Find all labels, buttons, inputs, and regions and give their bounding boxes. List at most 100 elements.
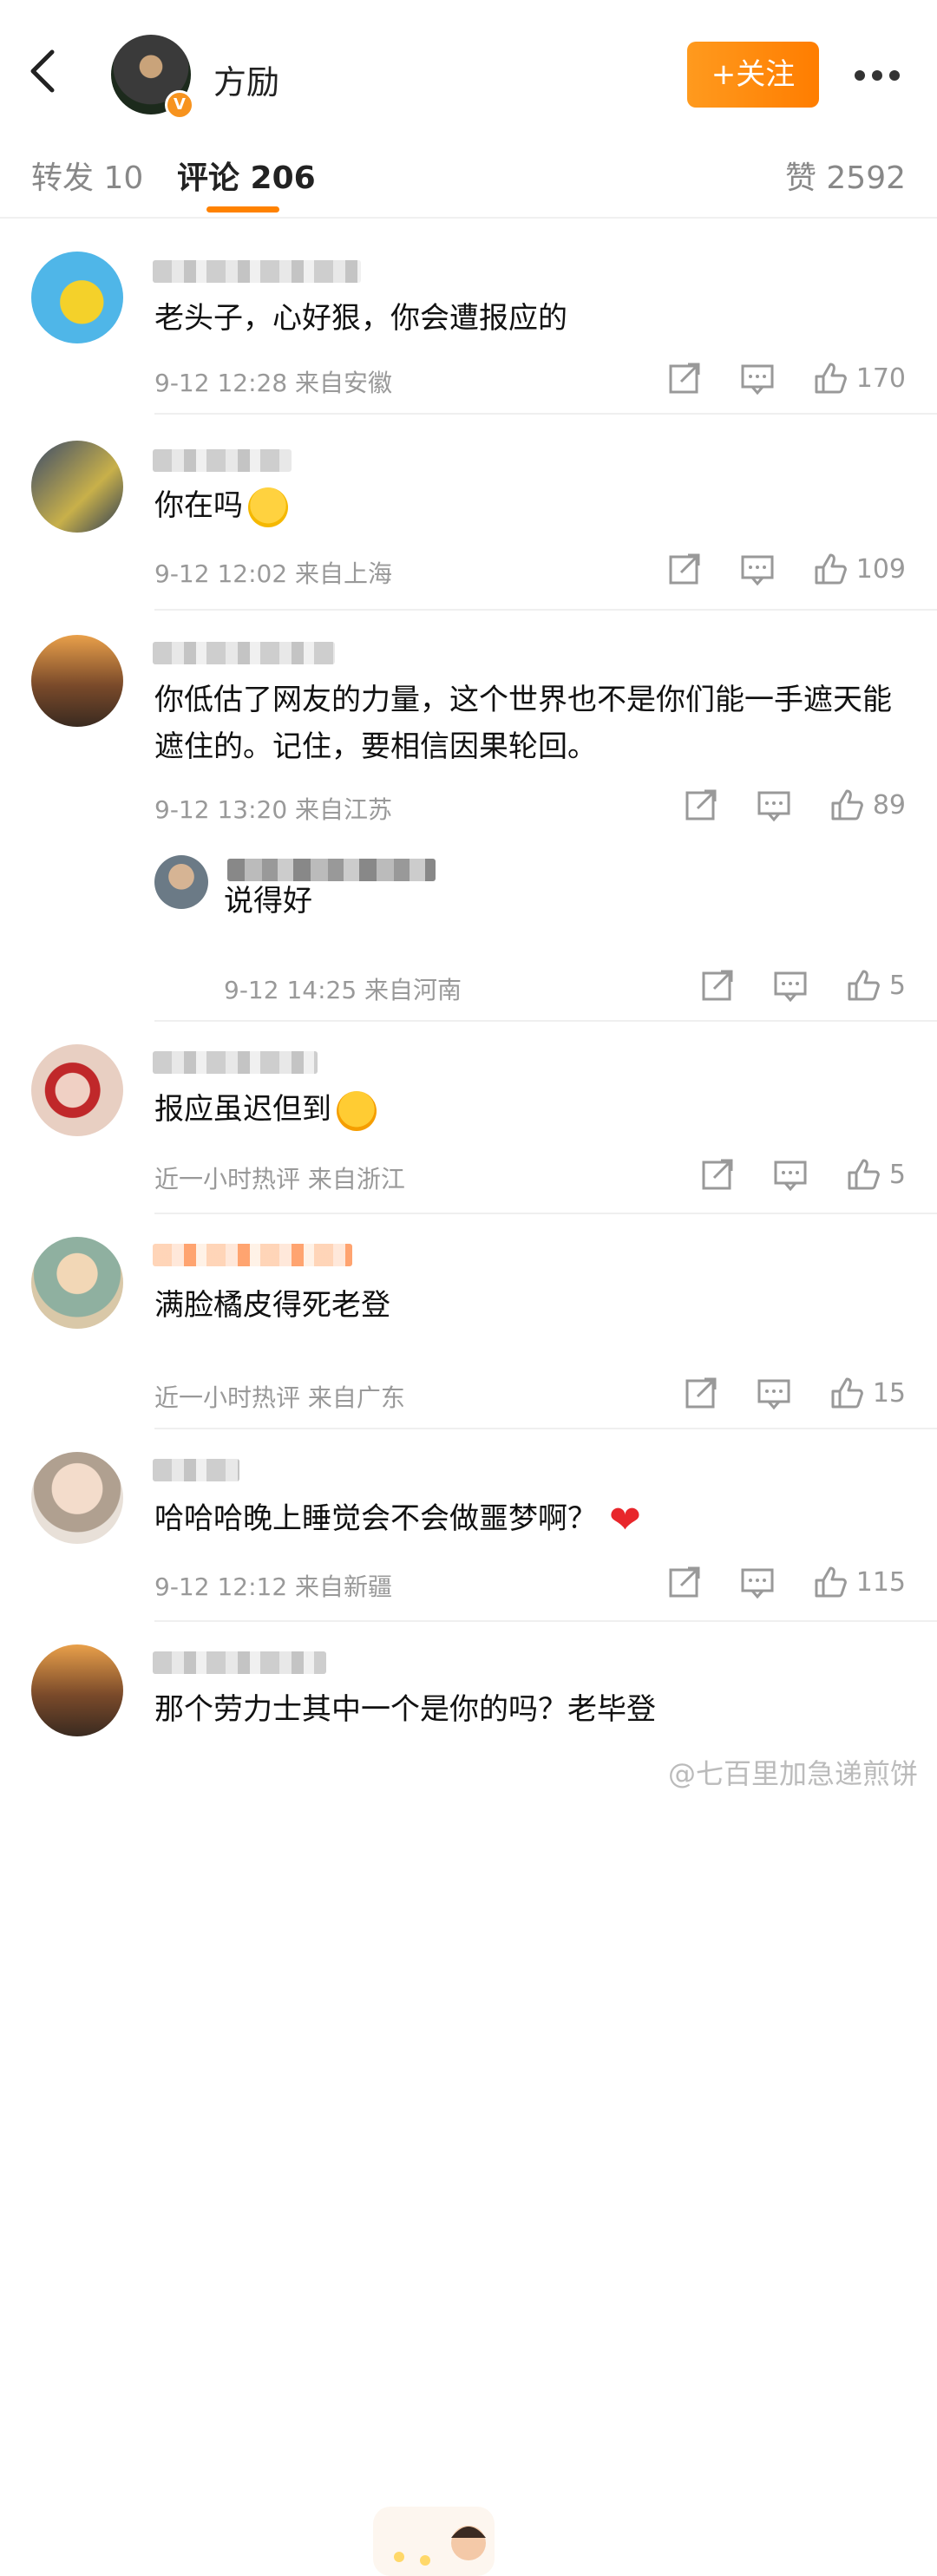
- divider: [154, 1020, 937, 1022]
- reply-actions: 5: [662, 968, 906, 1003]
- like-count: 170: [855, 363, 906, 394]
- reply-time: 9-12 14:25: [224, 976, 357, 1004]
- comment-time: 9-12 13:20: [154, 795, 288, 824]
- comment-location: 来自安徽: [295, 369, 393, 397]
- commenter-name[interactable]: [153, 642, 335, 664]
- commenter-avatar[interactable]: [31, 1044, 123, 1136]
- reply-icon[interactable]: [740, 1565, 775, 1599]
- reply-meta: 9-12 14:25 来自河南: [224, 971, 462, 1006]
- comment-location: 来自广东: [307, 1383, 405, 1412]
- tab-forward[interactable]: 转发 10: [31, 153, 143, 198]
- comment-location: 来自江苏: [295, 795, 393, 824]
- comment-text: 那个劳力士其中一个是你的吗？老毕登: [154, 1692, 656, 1727]
- comment-meta: 近一小时热评 来自浙江: [154, 1161, 405, 1195]
- back-arrow-icon[interactable]: [19, 43, 71, 95]
- replier-avatar[interactable]: [154, 855, 208, 909]
- more-options-icon[interactable]: [855, 68, 907, 82]
- like-icon[interactable]: [829, 788, 864, 822]
- author-name[interactable]: 方励: [213, 56, 279, 103]
- share-icon[interactable]: [700, 1157, 735, 1192]
- blush-emoji-icon: [337, 1090, 377, 1131]
- comment-text: 你低估了网友的力量，这个世界也不是你们能一手遮天能遮住的。记住，要相信因果轮回。: [154, 683, 892, 764]
- commenter-avatar[interactable]: [31, 635, 123, 727]
- reply-text: 说得好: [224, 884, 312, 919]
- commenter-name[interactable]: [153, 449, 292, 472]
- divider: [154, 1428, 937, 1429]
- share-icon[interactable]: [667, 552, 702, 586]
- tab-comment[interactable]: 评论 206: [177, 153, 316, 198]
- commenter-avatar[interactable]: [31, 1452, 123, 1544]
- tab-like[interactable]: 赞 2592: [785, 153, 906, 198]
- tab-bar: 转发 10 评论 206 赞 2592: [0, 121, 937, 219]
- comment-actions: 170: [629, 361, 906, 396]
- comment-text: 你在吗: [154, 482, 909, 529]
- comment-time: 9-12 12:28: [154, 369, 288, 397]
- share-icon[interactable]: [684, 788, 718, 822]
- commenter-name[interactable]: [153, 1051, 318, 1074]
- like-count: 109: [855, 553, 906, 585]
- commenter-name[interactable]: [153, 1459, 239, 1481]
- comment-actions: 115: [629, 1565, 906, 1599]
- comment-meta: 9-12 12:12 来自新疆: [154, 1568, 392, 1603]
- commenter-name[interactable]: [153, 260, 361, 283]
- commenter-avatar[interactable]: [31, 1644, 123, 1736]
- comment-actions: 89: [645, 788, 906, 822]
- share-icon[interactable]: [667, 361, 702, 396]
- divider: [154, 609, 937, 611]
- commenter-name[interactable]: [153, 1651, 326, 1674]
- reply-icon[interactable]: [757, 1376, 791, 1410]
- comment-text-content: 报应虽迟但到: [154, 1092, 331, 1127]
- reply-icon[interactable]: [773, 968, 808, 1003]
- comment-actions: 5: [662, 1157, 906, 1192]
- divider: [154, 1620, 937, 1622]
- like-count: 115: [855, 1566, 906, 1598]
- commenter-avatar[interactable]: [31, 252, 123, 343]
- like-icon[interactable]: [846, 968, 881, 1003]
- smile-emoji-icon: [248, 487, 288, 527]
- comment-meta: 近一小时热评 来自广东: [154, 1379, 405, 1414]
- like-icon[interactable]: [813, 552, 848, 586]
- watermark: @七百里加急递煎饼: [668, 1757, 919, 1790]
- comment-time: 9-12 12:12: [154, 1572, 288, 1601]
- commenter-avatar[interactable]: [31, 1237, 123, 1329]
- divider: [154, 413, 937, 415]
- share-icon[interactable]: [700, 968, 735, 1003]
- reply-icon[interactable]: [740, 361, 775, 396]
- comment-time: 近一小时热评: [154, 1165, 301, 1193]
- comment-actions: 109: [629, 552, 906, 586]
- comment-location: 来自新疆: [295, 1572, 393, 1601]
- follow-button[interactable]: +关注: [687, 42, 819, 108]
- heart-icon: ❤: [609, 1497, 641, 1542]
- comment-actions: 15: [645, 1376, 906, 1410]
- reply-location: 来自河南: [364, 976, 462, 1004]
- comment-meta: 9-12 12:02 来自上海: [154, 555, 392, 590]
- reply-icon[interactable]: [773, 1157, 808, 1192]
- comment-time: 近一小时热评: [154, 1383, 301, 1412]
- like-icon[interactable]: [813, 1565, 848, 1599]
- comment-text: 哈哈哈晚上睡觉会不会做噩梦啊？ ❤: [154, 1495, 909, 1544]
- reply-icon[interactable]: [757, 788, 791, 822]
- comment-time: 9-12 12:02: [154, 559, 288, 588]
- comment-location: 来自上海: [295, 559, 393, 588]
- reply-icon[interactable]: [740, 552, 775, 586]
- like-count: 5: [888, 1159, 906, 1190]
- like-icon[interactable]: [813, 361, 848, 396]
- comment-meta: 9-12 13:20 来自江苏: [154, 791, 392, 826]
- cartoon-sticker-icon: [373, 2507, 495, 2576]
- comment-text-content: 哈哈哈晚上睡觉会不会做噩梦啊？: [154, 1501, 597, 1536]
- verified-badge-icon: V: [165, 90, 194, 120]
- comment-text-content: 你在吗: [154, 488, 243, 523]
- comment-text: 满脸橘皮得死老登: [154, 1288, 390, 1323]
- top-bar: V 方励 +关注: [0, 0, 937, 121]
- like-icon[interactable]: [829, 1376, 864, 1410]
- commenter-name[interactable]: [153, 1244, 352, 1266]
- divider: [154, 1213, 937, 1214]
- share-icon[interactable]: [667, 1565, 702, 1599]
- comment-location: 来自浙江: [307, 1165, 405, 1193]
- share-icon[interactable]: [684, 1376, 718, 1410]
- commenter-avatar[interactable]: [31, 441, 123, 533]
- comment-text: 老头子，心好狠，你会遭报应的: [154, 301, 567, 336]
- comment-text: 报应虽迟但到: [154, 1086, 909, 1133]
- like-icon[interactable]: [846, 1157, 881, 1192]
- like-count: 89: [872, 789, 906, 821]
